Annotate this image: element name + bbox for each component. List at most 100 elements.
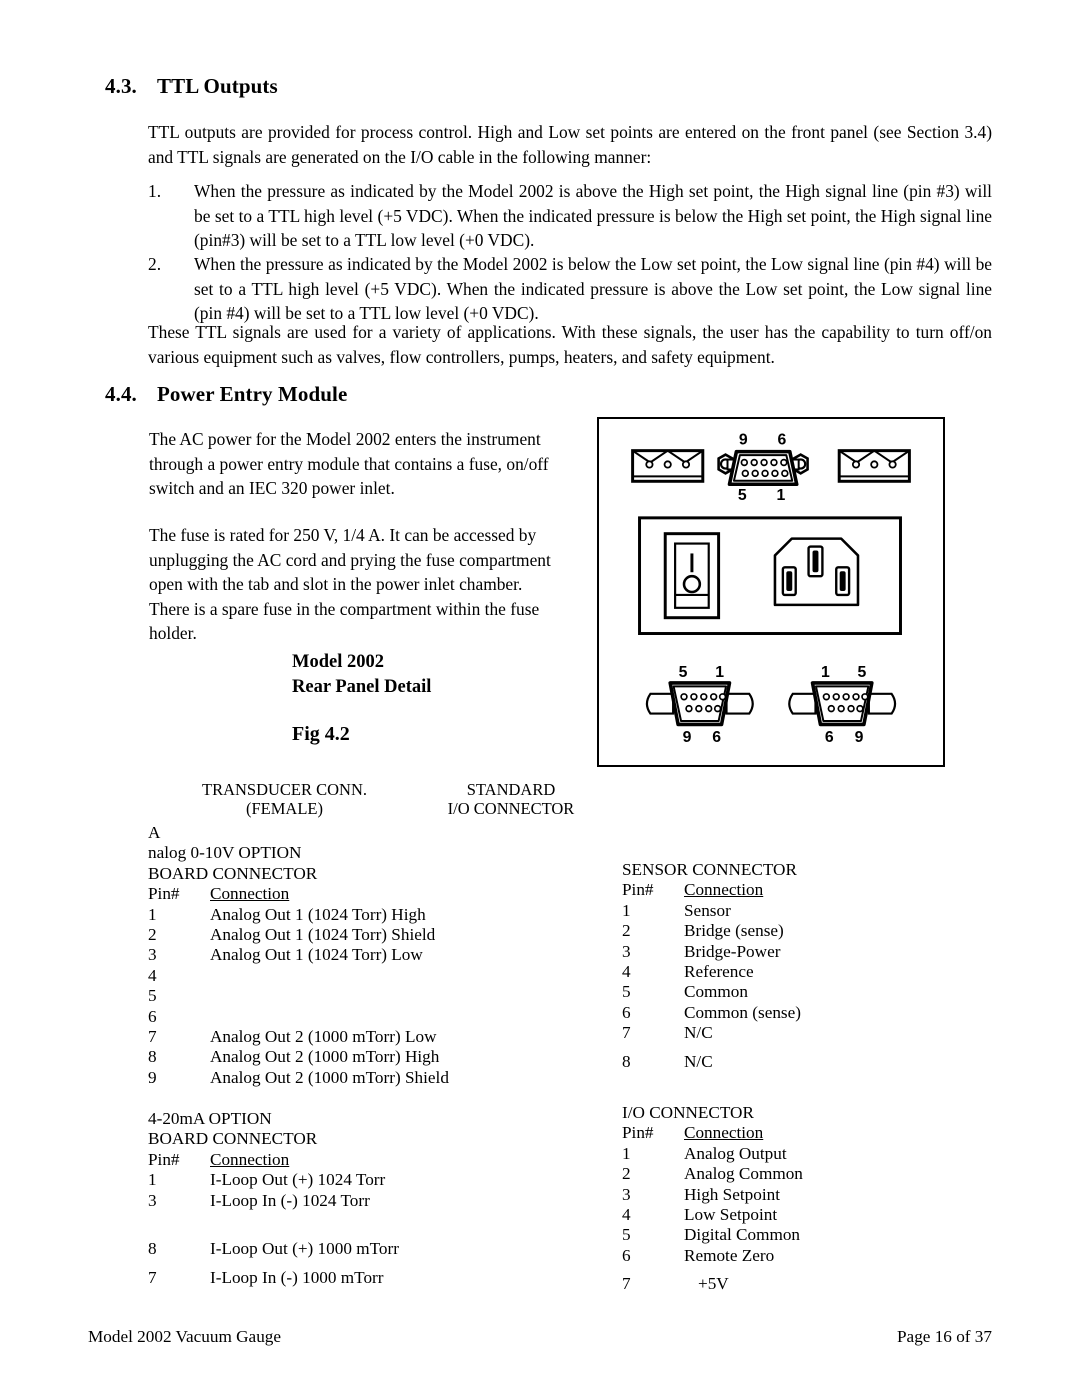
document-page: 4.3. TTL Outputs TTL outputs are provided… bbox=[0, 0, 1080, 1397]
footer-page-number: Page 16 of 37 bbox=[897, 1327, 992, 1346]
pin-connection: Remote Zero bbox=[684, 1245, 775, 1265]
table-row: 7 I-Loop In (-) 1000 mTorr bbox=[148, 1268, 568, 1288]
pin-connection bbox=[210, 986, 568, 1006]
db9-br-label-bl: 6 bbox=[825, 729, 834, 746]
db9-connector-bottom-right bbox=[788, 681, 897, 727]
pin-connection: Analog Common bbox=[684, 1164, 803, 1184]
pin-number: 7 bbox=[148, 1027, 157, 1047]
column-header-standard-io: STANDARD I/O CONNECTOR bbox=[400, 780, 622, 818]
table-row: 3 I-Loop In (-) 1024 Torr bbox=[148, 1191, 568, 1211]
footer-document-title: Model 2002 Vacuum Gauge bbox=[88, 1327, 282, 1346]
table-row: 4 Low Setpoint bbox=[622, 1205, 972, 1225]
pin-number: 4 bbox=[622, 962, 631, 982]
table-analog-title-line1: A bbox=[148, 823, 161, 842]
table-row: 4 bbox=[148, 966, 568, 986]
rear-panel-diagram: 9 6 5 1 5 1 9 6 1 5 6 9 bbox=[631, 432, 911, 746]
ttl-list-item-1: 1. When the pressure as indicated by the… bbox=[148, 179, 992, 253]
pin-number: 9 bbox=[148, 1067, 157, 1087]
table-row: 1 Analog Output bbox=[622, 1144, 972, 1164]
terminal-block-right bbox=[837, 449, 911, 483]
pin-number: 1 bbox=[622, 900, 631, 920]
table-row: 3 High Setpoint bbox=[622, 1185, 972, 1205]
db9-top-label-tl: 9 bbox=[739, 432, 748, 449]
column-header-standard-io-line1: STANDARD bbox=[466, 780, 556, 799]
table-io-header-pin: Pin# bbox=[622, 1123, 654, 1143]
table-io-header-conn: Connection bbox=[684, 1123, 764, 1143]
pin-number: 2 bbox=[622, 1164, 631, 1184]
db9-connector-bottom-left bbox=[645, 681, 754, 727]
column-header-transducer: TRANSDUCER CONN. (FEMALE) bbox=[167, 780, 402, 818]
pin-connection: I-Loop In (-) 1024 Torr bbox=[210, 1190, 370, 1210]
pin-number: 1 bbox=[148, 1170, 157, 1190]
pin-number: 5 bbox=[622, 982, 631, 1002]
table-analog-title-line3: BOARD CONNECTOR bbox=[148, 863, 318, 883]
table-row: 6 bbox=[148, 1007, 568, 1027]
table-analog-header-row: Pin# Connection bbox=[148, 884, 568, 904]
table-row: 6 Common (sense) bbox=[622, 1003, 972, 1023]
table-current-loop-option: 4-20mA OPTION BOARD CONNECTOR Pin# Conne… bbox=[148, 1109, 568, 1288]
table-row: 1 Sensor bbox=[622, 901, 972, 921]
heading-ttl-title: TTL Outputs bbox=[157, 74, 278, 98]
pin-connection: Analog Output bbox=[684, 1143, 787, 1163]
table-io-header-row: Pin# Connection bbox=[622, 1123, 972, 1143]
db9-top-label-br: 1 bbox=[776, 487, 785, 504]
db9-bl-label-tr: 1 bbox=[715, 664, 724, 681]
pin-number: 1 bbox=[148, 904, 157, 924]
pin-number: 6 bbox=[148, 1006, 157, 1026]
table-row: 8 I-Loop Out (+) 1000 mTorr bbox=[148, 1239, 568, 1259]
power-paragraph-1: The AC power for the Model 2002 enters t… bbox=[149, 429, 549, 498]
ttl-intro-paragraph: TTL outputs are provided for process con… bbox=[148, 122, 992, 167]
ttl-list-item-1-text: When the pressure as indicated by the Mo… bbox=[194, 181, 992, 250]
pin-connection: Analog Out 1 (1024 Torr) High bbox=[210, 904, 426, 924]
db9-br-label-br: 9 bbox=[855, 729, 864, 746]
figure-caption-line1: Model 2002 bbox=[292, 652, 384, 672]
pin-connection: I-Loop Out (+) 1000 mTorr bbox=[210, 1239, 399, 1259]
pin-number: 8 bbox=[622, 1051, 631, 1071]
figure-caption-number: Fig 4.2 bbox=[292, 723, 350, 745]
db9-connector-top bbox=[717, 449, 809, 487]
pin-number: 6 bbox=[622, 1245, 631, 1265]
table-current-loop-header-row: Pin# Connection bbox=[148, 1150, 568, 1170]
pin-connection: Reference bbox=[684, 962, 754, 982]
table-sensor-title: SENSOR CONNECTOR bbox=[622, 860, 797, 879]
table-row: 1 I-Loop Out (+) 1024 Torr bbox=[148, 1170, 568, 1190]
table-current-loop-title-line1: 4-20mA OPTION bbox=[148, 1109, 272, 1128]
heading-power-entry-module: 4.4. Power Entry Module bbox=[105, 382, 347, 407]
table-analog-option: A nalog 0-10V OPTION BOARD CONNECTOR Pin… bbox=[148, 823, 568, 1088]
power-paragraph-2: The fuse is rated for 250 V, 1/4 A. It c… bbox=[149, 525, 551, 643]
pin-connection: High Setpoint bbox=[684, 1184, 780, 1204]
pin-number: 4 bbox=[148, 965, 157, 985]
terminal-block-left bbox=[631, 449, 705, 483]
table-row: 8 N/C bbox=[622, 1052, 972, 1072]
pin-number: 8 bbox=[148, 1047, 157, 1067]
table-row: 5 Digital Common bbox=[622, 1225, 972, 1245]
table-current-loop-header-pin: Pin# bbox=[148, 1149, 180, 1169]
table-row: 2 Analog Out 1 (1024 Torr) Shield bbox=[148, 925, 568, 945]
pin-number: 7 bbox=[622, 1274, 631, 1294]
table-sensor-connector: SENSOR CONNECTOR Pin# Connection 1 Senso… bbox=[622, 860, 972, 1072]
pin-connection: I-Loop In (-) 1000 mTorr bbox=[210, 1267, 384, 1287]
table-analog-header-conn: Connection bbox=[210, 884, 290, 904]
iec-power-inlet bbox=[773, 537, 860, 607]
figure-caption-title: Model 2002 Rear Panel Detail bbox=[292, 650, 431, 700]
db9-br-label-tr: 5 bbox=[858, 664, 867, 681]
pin-number: 5 bbox=[148, 986, 157, 1006]
table-row: 5 bbox=[148, 986, 568, 1006]
column-header-transducer-line2: (FEMALE) bbox=[246, 799, 323, 818]
power-entry-module bbox=[638, 516, 902, 635]
pin-connection: N/C bbox=[684, 1051, 713, 1071]
column-header-standard-io-line2: I/O CONNECTOR bbox=[447, 799, 575, 818]
db9-top-label-tr: 6 bbox=[777, 432, 786, 449]
db9-br-label-tl: 1 bbox=[821, 664, 830, 681]
pin-connection: Low Setpoint bbox=[684, 1205, 778, 1225]
table-sensor-header-pin: Pin# bbox=[622, 880, 654, 900]
pin-connection: Common (sense) bbox=[684, 1002, 801, 1022]
pin-number: 3 bbox=[148, 945, 157, 965]
heading-power-number: 4.4. bbox=[105, 382, 137, 406]
table-io-title: I/O CONNECTOR bbox=[622, 1103, 754, 1122]
table-sensor-header-row: Pin# Connection bbox=[622, 880, 972, 900]
table-row: 3 Analog Out 1 (1024 Torr) Low bbox=[148, 945, 568, 965]
table-row: 7 +5V bbox=[622, 1274, 972, 1294]
pin-connection: Analog Out 1 (1024 Torr) Shield bbox=[210, 925, 436, 945]
pin-connection: Digital Common bbox=[684, 1225, 801, 1245]
